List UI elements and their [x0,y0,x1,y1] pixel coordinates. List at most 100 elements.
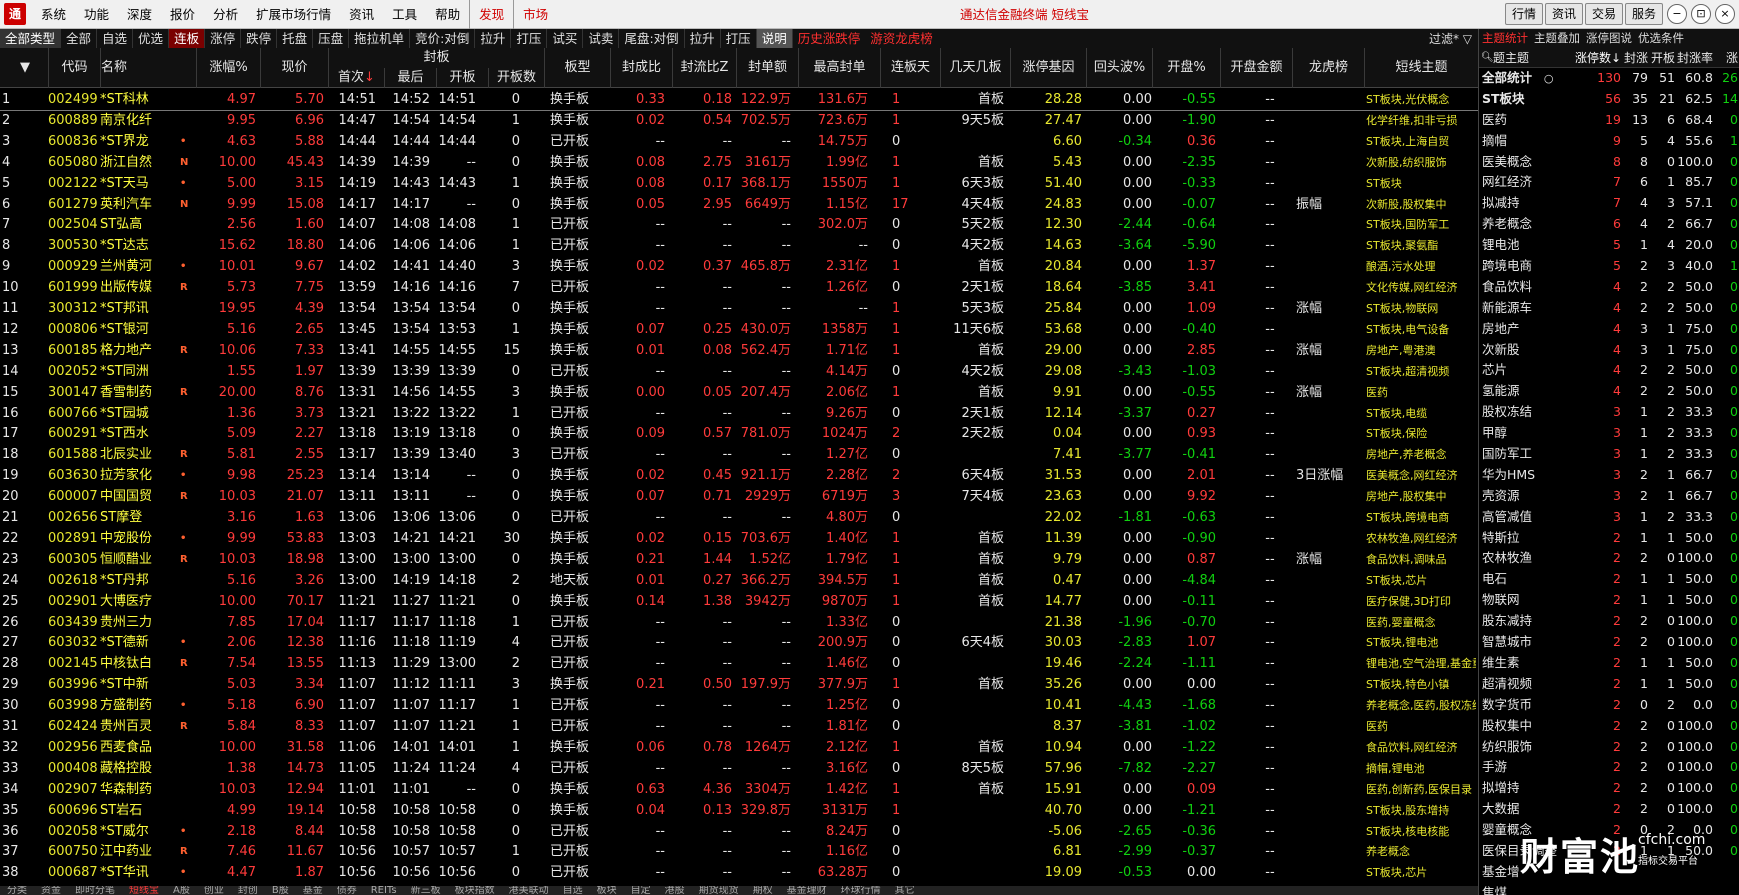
table-row[interactable]: 32 002956 西麦食品 10.00 31.58 11:06 14:01 14:01 1 换手… [0,738,1478,759]
column-header[interactable]: 龙虎榜 [1292,48,1364,88]
toolbar-link[interactable]: 游资龙虎榜 [865,29,938,48]
theme-row[interactable]: 全部统计 ○ 130 79 51 60.8 26 [1479,68,1739,89]
table-row[interactable]: 30 603998 方盛制药 • 5.18 6.90 11:07 11:07 11:17 1 已开板… [0,696,1478,717]
column-header[interactable]: 现价 [260,48,328,88]
column-header[interactable]: 几天几板 [940,48,1010,88]
table-row[interactable]: 29 603996 *ST中新 5.03 3.34 11:07 11:12 11:11 3 换手板… [0,675,1478,696]
table-row[interactable]: 2 600889 南京化纤 9.95 6.96 14:47 14:54 14:54 1 换手板 0.… [0,111,1478,132]
theme-row[interactable]: 摘帽 9 5 4 55.6 1 [1479,131,1739,152]
panel-header-c2[interactable]: 封涨 [1621,48,1648,67]
table-row[interactable]: 35 600696 ST岩石 4.99 19.14 10:58 10:58 10:58 0 换手板… [0,801,1478,822]
toolbar-tab[interactable]: 拉升 [685,29,721,48]
toolbar-link[interactable]: 历史涨跌停 [793,29,866,48]
bottom-tab[interactable]: 短线宝 [122,886,166,895]
radio-icon[interactable]: ○ [1540,72,1554,85]
bottom-tab[interactable]: 分类 [0,886,34,895]
table-row[interactable]: 3 600836 *ST界龙 • 4.63 5.88 14:44 14:44 14:44 0 已开板… [0,132,1478,153]
table-row[interactable]: 15 300147 香雪制药 R 20.00 8.76 13:31 14:56 14:55 3 换手… [0,383,1478,404]
table-row[interactable]: 17 600291 *ST西水 5.09 2.27 13:18 13:19 13:18 0 换手板… [0,424,1478,445]
theme-row[interactable]: 电石 2 1 1 50.0 0 [1479,569,1739,590]
toolbar-tab[interactable]: 竞价:对倒 [410,29,476,48]
close-icon[interactable]: × [1715,4,1735,24]
table-row[interactable]: 28 002145 中核钛白 R 7.54 13.55 11:13 11:29 13:00 2 已开… [0,654,1478,675]
bottom-tab[interactable]: 环球行情 [834,886,888,895]
table-row[interactable]: 20 600007 中国国贸 R 10.03 21.07 13:11 13:11 -- 0 换手板 0… [0,487,1478,508]
column-header[interactable]: 回头波% [1086,48,1152,88]
bottom-tab[interactable]: 创业 [197,886,231,895]
menu-item[interactable]: 工具 [383,0,426,29]
theme-row[interactable]: 医药 19 13 6 68.4 0 [1479,110,1739,131]
theme-row[interactable]: 国防军工 3 1 2 33.3 0 [1479,444,1739,465]
column-header[interactable]: ▼ [12,48,38,88]
table-row[interactable]: 4 605080 浙江自然 N 10.00 45.43 14:39 14:39 -- 0 换手板 0.… [0,153,1478,174]
table-row[interactable]: 23 600305 恒顺醋业 R 10.03 18.98 13:00 13:00 13:00 0 换… [0,550,1478,571]
top-nav-button[interactable]: 交易 [1584,3,1623,25]
table-row[interactable]: 18 601588 北辰实业 R 5.81 2.55 13:17 13:39 13:40 3 已开板… [0,445,1478,466]
table-row[interactable]: 37 600750 江中药业 R 7.46 11.67 10:56 10:57 10:57 1 已开… [0,842,1478,863]
theme-row[interactable]: 股权集中 2 2 0 100.0 0 [1479,716,1739,737]
theme-row[interactable]: 维生素 2 1 1 50.0 0 [1479,653,1739,674]
column-header[interactable]: 名称 [100,48,196,88]
menu-item[interactable]: 分析 [204,0,247,29]
filter-dropdown[interactable]: 过滤* ▽ [1429,30,1472,47]
panel-header-c1[interactable]: 涨停数↓ [1571,48,1621,67]
theme-row[interactable]: 手游 2 2 0 100.0 0 [1479,757,1739,778]
column-header[interactable]: 开板数 [488,68,544,88]
bottom-tab[interactable]: 板块 [590,886,624,895]
toolbar-tab[interactable]: 说明 [756,29,793,48]
column-header[interactable]: 连板天 [880,48,940,88]
search-icon[interactable]: 🔍︎ [1479,48,1494,67]
panel-tab[interactable]: 主题统计 [1479,29,1531,48]
panel-tab[interactable]: 涨停图说 [1583,29,1635,48]
theme-row[interactable]: 食品饮料 4 2 2 50.0 0 [1479,277,1739,298]
column-header[interactable]: 开盘% [1152,48,1220,88]
menu-item[interactable]: 深度 [118,0,161,29]
theme-row[interactable]: 大数据 2 2 0 100.0 0 [1479,799,1739,820]
theme-row[interactable]: 次新股 4 3 1 75.0 0 [1479,340,1739,361]
bottom-tab[interactable]: 即时分笔 [68,886,122,895]
top-nav-button[interactable]: 行情 [1504,3,1543,25]
table-row[interactable]: 8 300530 *ST达志 15.62 18.80 14:06 14:06 14:06 1 已开… [0,236,1478,257]
toolbar-tab[interactable]: 压盘 [313,29,350,48]
sort-arrow-icon[interactable]: ↓ [364,70,375,85]
table-row[interactable]: 16 600766 *ST园城 1.36 3.73 13:21 13:22 13:22 1 已开板… [0,404,1478,425]
theme-row[interactable]: 新能源车 4 2 2 50.0 0 [1479,298,1739,319]
table-row[interactable]: 5 002122 *ST天马 • 5.00 3.15 14:19 14:43 14:43 1 换手板… [0,174,1478,195]
bottom-tab[interactable]: 港股 [658,886,692,895]
table-row[interactable]: 34 002907 华森制药 10.03 12.94 11:01 11:01 -- 0 换手板 0.… [0,780,1478,801]
toolbar-tab[interactable]: 打压 [511,29,548,48]
toolbar-tab[interactable]: 涨停 [205,29,242,48]
bottom-tab[interactable]: 自定 [624,886,658,895]
minimize-icon[interactable]: − [1667,4,1687,24]
toolbar-tab[interactable]: 托盘 [277,29,314,48]
bottom-tab[interactable]: A股 [166,886,197,895]
column-header[interactable]: 最后 [384,68,436,88]
table-row[interactable]: 1 002499 *ST科林 4.97 5.70 14:51 14:52 14:51 0 换手板 0… [0,90,1478,111]
theme-row[interactable]: 数字货币 2 0 2 0.0 0 [1479,695,1739,716]
panel-header-name[interactable]: 题主题 [1493,48,1571,67]
bottom-tab[interactable]: 板块指数 [448,886,502,895]
restore-icon[interactable]: ⊡ [1691,4,1711,24]
menu-item[interactable]: 报价 [161,0,204,29]
column-header[interactable]: 代码 [48,48,100,88]
top-nav-button[interactable]: 服务 [1624,3,1663,25]
toolbar-tab[interactable]: 拖拉机单 [349,29,411,48]
theme-row[interactable]: 网红经济 7 6 1 85.7 0 [1479,172,1739,193]
bottom-tab[interactable]: 其它 [888,886,922,895]
theme-row[interactable]: 房地产 4 3 1 75.0 0 [1479,319,1739,340]
bottom-tab[interactable]: 期权 [746,886,780,895]
toolbar-tab[interactable]: 跌停 [241,29,278,48]
table-row[interactable]: 10 601999 出版传媒 R 5.73 7.75 13:59 14:16 14:16 7 已开板… [0,278,1478,299]
menu-item[interactable]: 扩展市场行情 [247,0,340,29]
bottom-tab[interactable]: 自选 [556,886,590,895]
column-header[interactable]: 首次↓ [328,68,384,88]
column-header[interactable]: 封成比 [610,48,672,88]
column-header[interactable]: 短线主题 [1364,48,1478,88]
column-header[interactable]: 封板 [328,48,544,68]
column-header[interactable]: 封流比Z [672,48,736,88]
toolbar-tab[interactable]: 试卖 [583,29,620,48]
bottom-tab[interactable]: REITs [364,886,404,895]
menu-item[interactable]: 系统 [32,0,75,29]
table-row[interactable]: 21 002656 ST摩登 3.16 1.63 13:06 13:06 13:06 0 已开板 -… [0,508,1478,529]
toolbar-tab[interactable]: 优选 [133,29,170,48]
